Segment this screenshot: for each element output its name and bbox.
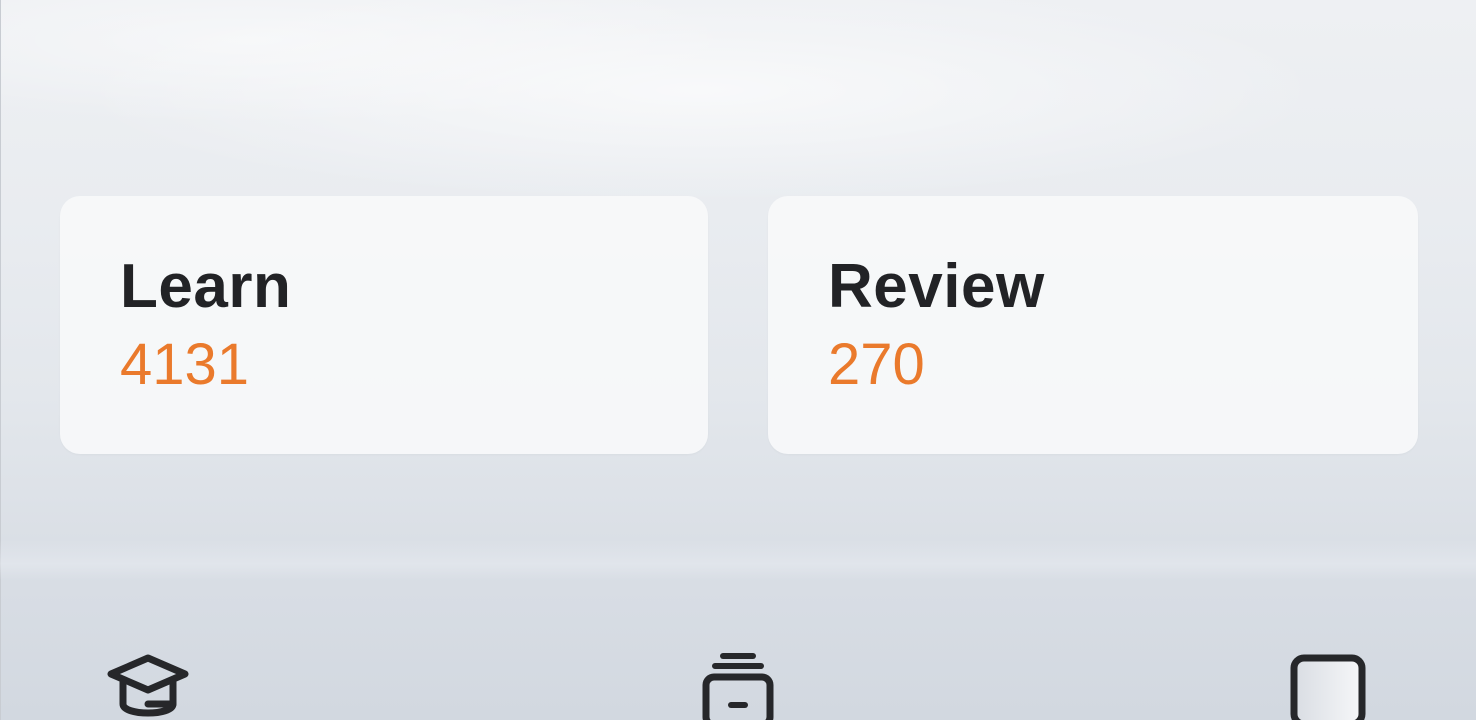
tab-more[interactable]: [1283, 650, 1373, 720]
background-snowfield: [0, 540, 1476, 580]
review-card[interactable]: Review 270: [768, 196, 1418, 454]
learn-card-count: 4131: [120, 332, 250, 397]
graduation-cap-icon: [103, 650, 193, 720]
learn-card[interactable]: Learn 4131: [60, 196, 708, 454]
card-stack-icon: [693, 650, 783, 720]
tab-cards[interactable]: [693, 650, 783, 720]
window-edge: [0, 0, 1, 720]
learn-card-title: Learn: [120, 252, 292, 321]
tab-study[interactable]: [103, 650, 193, 720]
review-card-title: Review: [828, 252, 1045, 321]
review-card-count: 270: [828, 332, 925, 397]
square-tile-icon: [1283, 650, 1373, 720]
